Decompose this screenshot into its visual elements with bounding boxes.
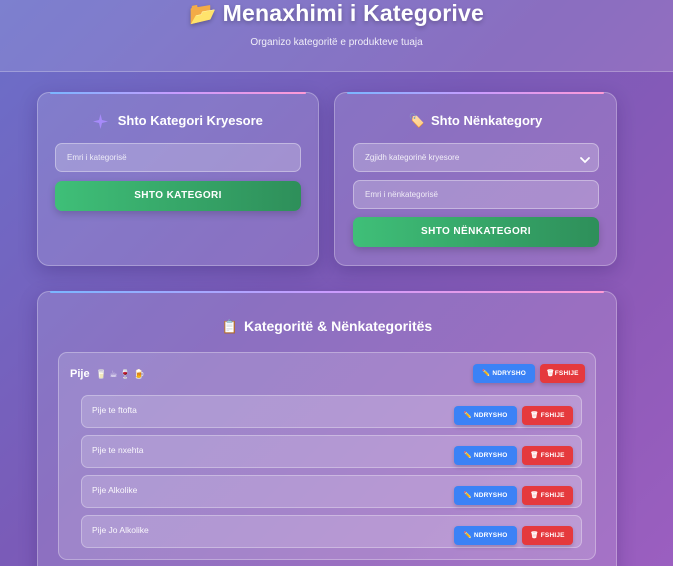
categories-list-title-text: Kategoritë & Nënkategoritës — [243, 318, 433, 334]
page-header: 📂 Menaxhimi i Kategorive Organizo kategor… — [0, 0, 673, 72]
subcategory-name: Pije Alkolike — [92, 485, 138, 495]
add-subcategory-button[interactable]: SHTO NËNKATEGORI — [353, 217, 599, 247]
add-category-button[interactable]: SHTO KATEGORI — [55, 181, 301, 211]
main-category-card: Shto Kategori Kryesore SHTO KATEGORI — [37, 92, 319, 266]
main-category-card-title: Shto Kategori Kryesore — [38, 113, 318, 130]
subcategory-name: Pije te ftofta — [92, 405, 137, 415]
category-delete-label: FSHIJE — [554, 370, 579, 377]
subcategory-delete-button[interactable]: 🗑 FSHIJE — [522, 446, 573, 465]
clipboard-icon: 📋 — [221, 319, 238, 334]
subcategory-delete-label: FSHIJE — [540, 492, 565, 499]
category-emoji: 🥛 ☕ 🍷 🍺 — [95, 369, 145, 379]
trash-icon: 🗑 — [546, 370, 555, 377]
subcategory-delete-label: FSHIJE — [540, 532, 565, 539]
trash-icon: 🗑 — [530, 492, 539, 499]
subcategory-title-text: Shto Nënkategory — [430, 113, 543, 128]
subcategory-row: Pije te ftofta ✏️ NDRYSHO 🗑 FSHIJE — [81, 395, 582, 428]
subcategory-row: Pije Alkolike ✏️ NDRYSHO 🗑 FSHIJE — [81, 475, 582, 508]
pencil-icon: ✏️ — [463, 412, 472, 419]
subcategory-edit-button[interactable]: ✏️ NDRYSHO — [454, 406, 517, 425]
subcategory-delete-button[interactable]: 🗑 FSHIJE — [522, 526, 573, 545]
trash-icon: 🗑 — [530, 532, 539, 539]
subcategory-card: 🏷️ Shto Nënkategory Zgjidh kategorinë kry… — [334, 92, 617, 266]
folder-icon: 📂 — [189, 1, 217, 26]
category-delete-button[interactable]: 🗑FSHIJE — [540, 364, 585, 383]
subcategory-edit-button[interactable]: ✏️ NDRYSHO — [454, 446, 517, 465]
subcategory-name-input[interactable] — [353, 180, 599, 209]
category-item: Pije 🥛 ☕ 🍷 🍺 ✏️ NDRYSHO 🗑FSHIJE Pije te … — [58, 352, 596, 560]
subcategory-edit-button[interactable]: ✏️ NDRYSHO — [454, 486, 517, 505]
pencil-icon: ✏️ — [463, 492, 472, 499]
main-category-title-text: Shto Kategori Kryesore — [117, 113, 263, 128]
sparkle-icon — [93, 113, 112, 130]
subcategory-edit-label: NDRYSHO — [473, 412, 508, 419]
category-name-input[interactable] — [55, 143, 301, 172]
subcategory-edit-label: NDRYSHO — [473, 452, 508, 459]
subcategory-delete-button[interactable]: 🗑 FSHIJE — [522, 486, 573, 505]
subcategory-edit-label: NDRYSHO — [473, 532, 508, 539]
subcategory-name: Pije Jo Alkolike — [92, 525, 149, 535]
chevron-down-icon — [578, 151, 592, 165]
trash-icon: 🗑 — [530, 452, 539, 459]
trash-icon: 🗑 — [530, 412, 539, 419]
subcategory-row: Pije te nxehta ✏️ NDRYSHO 🗑 FSHIJE — [81, 435, 582, 468]
category-name: Pije 🥛 ☕ 🍷 🍺 — [70, 368, 145, 380]
categories-list-title: 📋 Kategoritë & Nënkategoritës — [38, 318, 616, 335]
parent-category-select-value: Zgjidh kategorinë kryesore — [365, 153, 460, 162]
subcategory-name: Pije te nxehta — [92, 445, 144, 455]
subcategory-edit-button[interactable]: ✏️ NDRYSHO — [454, 526, 517, 545]
pencil-icon: ✏️ — [463, 532, 472, 539]
pencil-icon: ✏️ — [482, 370, 491, 377]
page-subtitle: Organizo kategoritë e produkteve tuaja — [250, 37, 423, 48]
subcategory-row: Pije Jo Alkolike ✏️ NDRYSHO 🗑 FSHIJE — [81, 515, 582, 548]
subcategory-edit-label: NDRYSHO — [473, 492, 508, 499]
category-name-text: Pije — [70, 368, 90, 380]
category-edit-label: NDRYSHO — [492, 370, 526, 377]
tag-icon: 🏷️ — [408, 113, 425, 128]
category-edit-button[interactable]: ✏️ NDRYSHO — [473, 364, 535, 383]
subcategory-delete-label: FSHIJE — [540, 412, 565, 419]
page-title: 📂 Menaxhimi i Kategorive — [0, 0, 673, 27]
page-title-text: Menaxhimi i Kategorive — [222, 0, 484, 26]
subcategory-delete-button[interactable]: 🗑 FSHIJE — [522, 406, 573, 425]
subcategory-card-title: 🏷️ Shto Nënkategory — [335, 113, 616, 129]
pencil-icon: ✏️ — [463, 452, 472, 459]
subcategory-delete-label: FSHIJE — [540, 452, 565, 459]
parent-category-select[interactable]: Zgjidh kategorinë kryesore — [353, 143, 599, 172]
